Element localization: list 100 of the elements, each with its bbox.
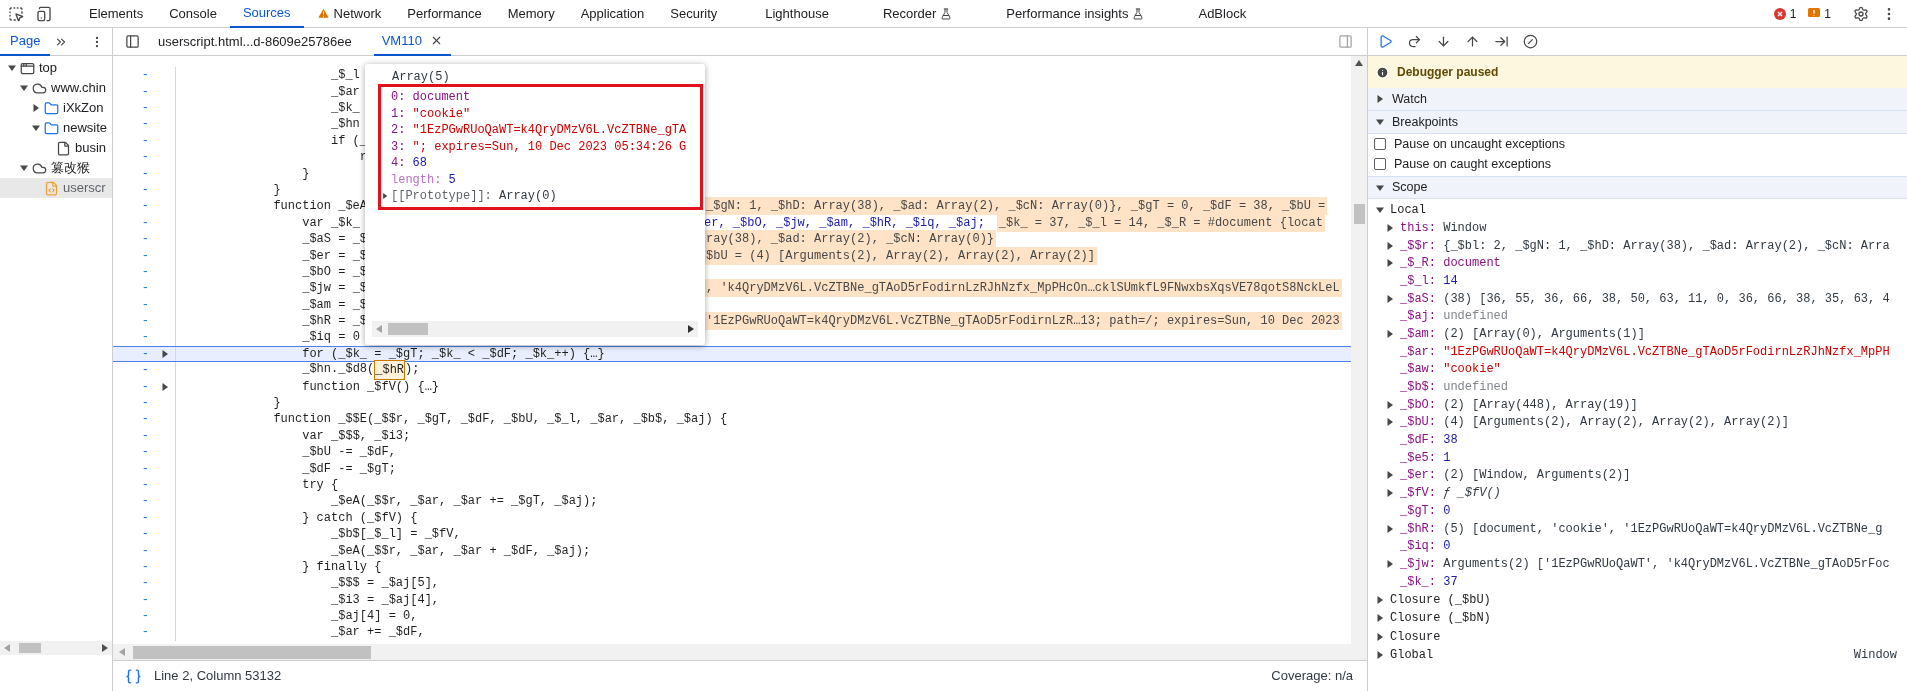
panel-tab[interactable]: Console: [156, 0, 230, 28]
scope-label[interactable]: Global: [1390, 646, 1434, 665]
scope-variable[interactable]: _$gT: 0: [1400, 501, 1451, 520]
caret-icon[interactable]: [1376, 614, 1384, 623]
scope-variable[interactable]: _$_R: document: [1400, 254, 1501, 273]
step-over-icon[interactable]: [1407, 34, 1422, 49]
tree-item[interactable]: iXkZon: [0, 98, 112, 118]
scope-variable[interactable]: _$$r: {_$bl: 2, _$gN: 1, _$hD: Array(38), _$ad: Array(2), _$cN: Arra: [1400, 236, 1890, 255]
scope-variable[interactable]: _$er: (2) [Window, Arguments(2)]: [1400, 466, 1631, 485]
scrollbar-thumb[interactable]: [19, 643, 41, 653]
step-out-icon[interactable]: [1465, 34, 1480, 49]
scope-variable[interactable]: _$ar: "1EzPGwRUoQaWT=k4QryDMzV6L.VcZTBNe_gTAoD5rFodirnLzRJhNzfx_MpPH: [1400, 342, 1890, 361]
scope-variable[interactable]: _$dF: 38: [1400, 431, 1458, 450]
file-tab[interactable]: userscript.html...d-8609e25786ee: [150, 27, 360, 56]
panel-tab[interactable]: Lighthouse: [752, 0, 842, 28]
tree-item[interactable]: www.chin: [0, 78, 112, 98]
step-icon[interactable]: [1494, 34, 1509, 49]
tree-item[interactable]: 篡改猴: [0, 158, 112, 178]
sidebar-toggle-icon[interactable]: [1338, 34, 1353, 49]
caret-icon[interactable]: [1376, 595, 1384, 604]
scope-variable[interactable]: _$jw: Arguments(2) ['1EzPGwRUoQaWT', 'k4QryDMzV6L.VcZTBNe_gTAoD5rFoc: [1400, 554, 1890, 573]
scope-variable[interactable]: _$hR: (5) [document, 'cookie', '1EzPGwRUoQaWT=k4QryDMzV6L.VcZTBNe_g: [1400, 519, 1883, 538]
tree-item[interactable]: userscr: [0, 178, 112, 198]
inspect-icon[interactable]: [8, 5, 24, 22]
device-icon[interactable]: [36, 5, 52, 22]
scope-variable[interactable]: _$iq: 0: [1400, 537, 1451, 556]
panel-tab[interactable]: Sources: [229, 0, 304, 28]
panel-tab[interactable]: Performance insights: [993, 0, 1158, 28]
caret-icon[interactable]: [20, 84, 28, 92]
error-count[interactable]: 1: [1773, 4, 1797, 23]
settings-icon[interactable]: [1853, 5, 1869, 22]
scope-label[interactable]: Closure: [1390, 627, 1441, 646]
tree-item[interactable]: top: [0, 58, 112, 78]
caret-icon[interactable]: [161, 382, 169, 391]
navigator-tab[interactable]: Page: [0, 28, 51, 56]
scrollbar-thumb[interactable]: [388, 323, 428, 335]
caret-icon[interactable]: [1386, 294, 1394, 303]
scope-label[interactable]: Local: [1390, 201, 1426, 219]
scope-variable[interactable]: _$aw: "cookie": [1400, 360, 1501, 379]
caret-icon[interactable]: [20, 164, 28, 172]
panel-tab[interactable]: Memory: [494, 0, 568, 28]
slashed-circle-icon[interactable]: [1523, 34, 1538, 49]
file-tab[interactable]: VM110: [373, 27, 451, 56]
scope-variable[interactable]: _$k_: 37: [1400, 572, 1458, 591]
code-text: } catch (_$fV) {: [302, 509, 418, 527]
line-marker: -: [141, 624, 149, 642]
scrollbar-thumb[interactable]: [133, 645, 371, 659]
panel-tab[interactable]: Network: [303, 0, 395, 28]
scope-variable[interactable]: _$aS: (38) [36, 55, 36, 66, 38, 50, 63, 11, 0, 36, 66, 38, 35, 63, 4: [1400, 289, 1890, 308]
scope-variable[interactable]: _$aj: undefined: [1400, 307, 1508, 326]
scroll-up-icon[interactable]: [1355, 60, 1363, 66]
scope-variable[interactable]: _$am: (2) [Array(0), Arguments(1)]: [1400, 324, 1645, 343]
scope-label[interactable]: Closure (_$bU): [1390, 590, 1491, 609]
checkbox[interactable]: [1374, 158, 1386, 170]
warning-count[interactable]: 1: [1808, 4, 1831, 23]
scroll-right-icon[interactable]: [688, 325, 694, 333]
cloud-icon: [32, 160, 47, 176]
caret-icon[interactable]: [32, 124, 40, 132]
caret-icon[interactable]: [161, 349, 169, 358]
caret-icon[interactable]: [8, 64, 16, 72]
caret-icon[interactable]: [382, 193, 388, 200]
caret-icon[interactable]: [1386, 524, 1394, 533]
panel-tab[interactable]: Recorder: [869, 0, 966, 28]
caret-icon[interactable]: [1376, 118, 1384, 126]
scope-variable[interactable]: _$_l: 14: [1400, 271, 1458, 290]
caret-icon[interactable]: [1376, 183, 1384, 192]
resume-icon[interactable]: [1378, 34, 1393, 49]
line-marker: -: [141, 67, 149, 85]
pretty-print-icon[interactable]: [125, 667, 142, 685]
code-text: _$bU -= _$dF,: [302, 444, 396, 462]
panel-tab[interactable]: Elements: [76, 0, 157, 28]
checkbox[interactable]: [1374, 138, 1386, 150]
tree-item[interactable]: busin: [0, 138, 112, 158]
section-header[interactable]: Watch: [1368, 88, 1907, 111]
caret-icon[interactable]: [1376, 95, 1384, 103]
scope-variable[interactable]: _$e5: 1: [1400, 448, 1451, 467]
scrollbar-thumb[interactable]: [1353, 204, 1365, 224]
caret-icon[interactable]: [1386, 559, 1394, 568]
caret-icon[interactable]: [1386, 329, 1394, 338]
scope-variable[interactable]: _$bU: (4) [Arguments(2), Array(2), Array(2), Array(2)]: [1400, 413, 1789, 432]
scope-variable[interactable]: _$bO: (2) [Array(448), Array(19)]: [1400, 395, 1638, 414]
scope-variable[interactable]: _$b$: undefined: [1400, 378, 1508, 397]
scope-label[interactable]: Closure (_$bN): [1390, 609, 1491, 628]
caret-icon[interactable]: [1376, 632, 1384, 641]
code-text: _$eA(_$$r, _$ar, _$ar + _$dF, _$aj);: [331, 542, 591, 560]
step-into-icon[interactable]: [1436, 34, 1451, 49]
panel-tab[interactable]: Security: [657, 0, 731, 28]
caret-icon[interactable]: [32, 104, 40, 112]
scope-variable[interactable]: this: Window: [1400, 218, 1487, 237]
panel-tab[interactable]: AdBlock: [1185, 0, 1260, 28]
caret-icon[interactable]: [1376, 651, 1384, 660]
scroll-right-icon[interactable]: [102, 644, 108, 652]
scope-variable[interactable]: _$fV: ƒ _$fV(): [1400, 484, 1501, 503]
panel-tab[interactable]: Application: [567, 0, 658, 28]
section-header[interactable]: Breakpoints: [1368, 111, 1907, 134]
panel-tab[interactable]: Performance: [394, 0, 495, 28]
caret-icon[interactable]: [1376, 206, 1384, 214]
section-header[interactable]: Scope: [1368, 176, 1907, 199]
tree-item[interactable]: newsite: [0, 118, 112, 138]
sidebar-toggle-icon[interactable]: [125, 34, 140, 49]
